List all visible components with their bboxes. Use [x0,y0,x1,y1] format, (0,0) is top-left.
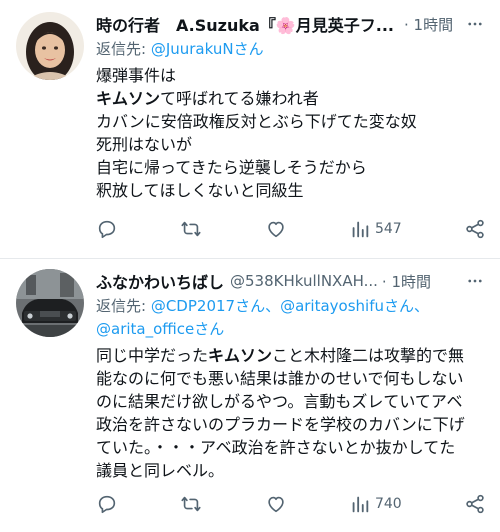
like-button[interactable] [265,493,287,515]
handle[interactable]: @538KHkullNXAH... [230,272,378,290]
retweet-button[interactable] [180,218,202,240]
action-bar: 547 [96,216,486,242]
retweet-icon [181,496,201,512]
display-name[interactable]: 時の行者 A.Suzuka『🌸月見英子フ... [96,12,394,36]
tweet-text-line: 能なのに何でも悪い結果は誰かのせいで何もしない [96,369,464,388]
mention-link[interactable]: @arita_officeさん [96,320,224,338]
tweet-header: 時の行者 A.Suzuka『🌸月見英子フ... · 1時間 [96,12,486,36]
tweet-text-line: 議員と同レベル。 [96,461,225,480]
tweet-text-line: 政治を許さないのプラカードを学校のカバンに下げ [96,415,465,434]
retweet-button[interactable] [180,493,202,515]
display-name[interactable]: ふなかわいちばし [96,269,224,293]
tweet-text-line: カバンに安倍政権反対とぶら下げてた変な奴 [96,112,417,131]
tweet[interactable]: 時の行者 A.Suzuka『🌸月見英子フ... · 1時間 返信先: @Juur… [0,0,500,258]
tweet-text-line: 爆弾事件は [96,66,177,85]
avatar[interactable] [16,269,84,337]
mention-link[interactable]: @CDP2017さん、 [151,297,280,315]
reply-button[interactable] [96,493,118,515]
tweet-text-line: 自宅に帰ってきたら逆襲しそうだから [96,158,367,177]
tweet-text-line: 同じ中学だったキムソンこと木村隆二は攻撃的で無 [96,346,465,365]
tweet-text: 爆弾事件は キムソンて呼ばれてる嫌われ者 カバンに安倍政権反対とぶら下げてた変な… [96,64,486,202]
reply-button[interactable] [96,218,118,240]
reply-context: 返信先: @JuurakuNさん [96,38,486,61]
views-icon [352,221,369,238]
retweet-icon [181,221,201,237]
share-button[interactable] [464,218,486,240]
like-button[interactable] [265,218,287,240]
share-icon [466,494,484,514]
reply-prefix: 返信先: [96,297,151,315]
reply-context: 返信先: @CDP2017さん、@aritayoshifuさん、 @arita_… [96,295,486,341]
tweet-text-line: 死刑はないが [96,135,193,154]
reply-icon [98,220,116,239]
like-icon [267,221,284,238]
highlight-term: キムソン [208,346,273,365]
avatar[interactable] [16,12,84,80]
more-icon[interactable] [464,270,486,292]
more-icon[interactable] [464,13,486,35]
share-button[interactable] [464,493,486,515]
tweet-text-line: キムソンて呼ばれてる嫌われ者 [96,89,319,108]
mention-link[interactable]: @JuurakuNさん [151,40,264,58]
tweet-text: 同じ中学だったキムソンこと木村隆二は攻撃的で無 能なのに何でも悪い結果は誰かのせ… [96,344,486,482]
tweet-text-line: 釈放してほしくないと同級生 [96,181,304,200]
share-icon [466,219,484,239]
views-button[interactable]: 547 [349,218,402,240]
tweet-text-line: ていた。・・・アベ政治を許さないとか抜かしてた [96,438,456,457]
action-bar: 740 [96,491,486,517]
views-button[interactable]: 740 [349,493,402,515]
tweet-header: ふなかわいちばし @538KHkullNXAH... · 1時間 [96,269,486,293]
reply-icon [98,495,116,514]
highlight-term: キムソン [96,89,161,108]
tweet[interactable]: ふなかわいちばし @538KHkullNXAH... · 1時間 返信先: @C… [0,259,500,532]
views-count: 547 [374,221,402,237]
timestamp[interactable]: · 1時間 [404,14,453,35]
like-icon [267,496,284,513]
reply-prefix: 返信先: [96,40,151,58]
tweet-text-line: のに結果だけ欲しがるやつ。言動もズレていてアベ [96,392,463,411]
mention-link[interactable]: @aritayoshifuさん、 [280,297,429,315]
timeline: 時の行者 A.Suzuka『🌸月見英子フ... · 1時間 返信先: @Juur… [0,0,500,532]
views-icon [352,496,369,513]
timestamp[interactable]: · 1時間 [382,271,431,292]
views-count: 740 [374,496,402,512]
